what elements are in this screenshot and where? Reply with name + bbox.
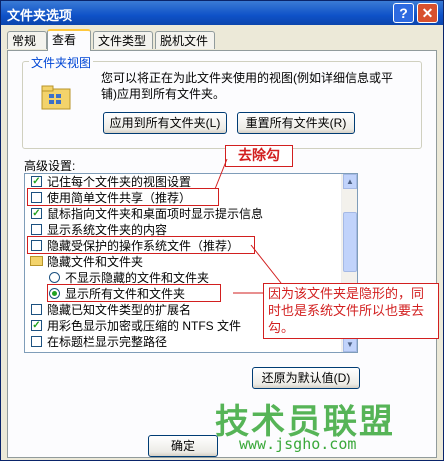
folder-icon	[30, 256, 43, 266]
annotation-explanation: 因为该文件夹是隐形的，同时也是系统文件所以也要去勾。	[263, 283, 439, 339]
folder-options-dialog: 文件夹选项 ? ✕ 常规 查看 文件类型 脱机文件 文件夹视图 您可以将正在为此…	[0, 0, 444, 461]
tab-general[interactable]: 常规	[7, 31, 47, 49]
highlight-show-all-files	[47, 284, 221, 302]
checkbox[interactable]: ✓	[31, 176, 42, 187]
apply-to-all-folders-button[interactable]: 应用到所有文件夹(L)	[103, 112, 227, 134]
checkbox[interactable]: ✓	[31, 208, 42, 219]
scroll-down-icon[interactable]: ▼	[343, 337, 357, 352]
tab-view[interactable]: 查看	[47, 29, 91, 51]
restore-defaults-button[interactable]: 还原为默认值(D)	[252, 367, 360, 389]
watermark-url: www.jsgho.com	[239, 435, 357, 453]
folder-view-icon	[41, 85, 71, 110]
close-button[interactable]: ✕	[417, 3, 438, 23]
folder-views-description: 您可以将正在为此文件夹使用的视图(例如详细信息或平铺)应用到所有文件夹。	[101, 71, 393, 101]
help-button[interactable]: ?	[393, 3, 414, 23]
highlight-protected-files	[27, 236, 255, 254]
scroll-up-icon[interactable]: ▲	[343, 174, 357, 189]
window-title: 文件夹选项	[7, 9, 73, 24]
checkbox[interactable]	[31, 304, 42, 315]
reset-all-folders-button[interactable]: 重置所有文件夹(R)	[237, 112, 355, 134]
tab-file-types[interactable]: 文件类型	[93, 31, 153, 49]
annotation-remove-tick: 去除勾	[225, 145, 293, 167]
ok-button[interactable]: 确定	[148, 435, 218, 457]
highlight-simple-sharing	[27, 188, 219, 206]
folder-views-group: 文件夹视图 您可以将正在为此文件夹使用的视图(例如详细信息或平铺)应用到所有文件…	[22, 54, 422, 149]
checkbox[interactable]	[31, 224, 42, 235]
radio-button[interactable]	[49, 272, 60, 283]
title-bar[interactable]: 文件夹选项 ? ✕	[1, 1, 443, 25]
checkbox[interactable]	[31, 336, 42, 347]
folder-views-title: 文件夹视图	[29, 54, 94, 71]
advanced-settings-label: 高级设置:	[24, 159, 76, 173]
scroll-thumb[interactable]	[343, 212, 357, 272]
tab-offline-files[interactable]: 脱机文件	[155, 31, 215, 49]
checkbox[interactable]: ✓	[31, 320, 42, 331]
